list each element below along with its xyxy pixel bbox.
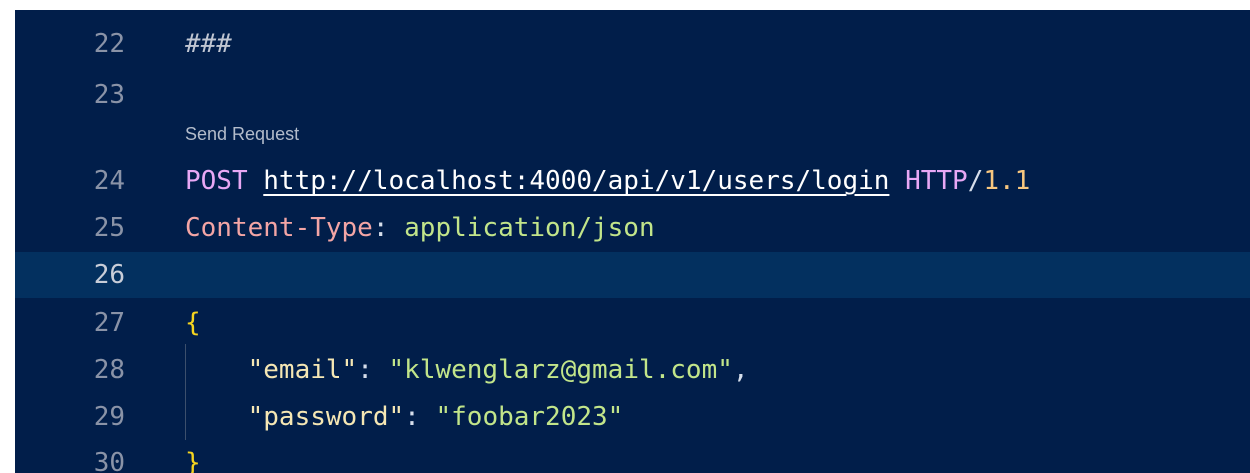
http-version: 1.1 xyxy=(983,166,1031,196)
header-name: Content-Type xyxy=(185,213,373,243)
line-number: 26 xyxy=(93,260,125,290)
header-value: application/json xyxy=(404,213,655,243)
line-content: "email": "klwenglarz@gmail.com", xyxy=(185,347,749,393)
line-content: "password": "foobar2023" xyxy=(185,394,624,440)
line-number: 29 xyxy=(93,402,125,432)
line-number: 25 xyxy=(93,213,125,243)
json-colon: : xyxy=(404,402,420,432)
line-content: Content-Type: application/json xyxy=(185,205,655,251)
http-method: POST xyxy=(185,166,248,196)
code-line-28[interactable]: 28 "email": "klwenglarz@gmail.com", xyxy=(15,347,1250,393)
code-line-27[interactable]: 27 { xyxy=(15,300,1250,346)
open-brace: { xyxy=(185,308,201,338)
line-number: 27 xyxy=(93,308,125,338)
code-line-22[interactable]: 22 ### xyxy=(15,21,1250,67)
line-content: { xyxy=(185,300,201,346)
protocol-slash: / xyxy=(967,166,984,196)
editor-text-area[interactable]: 22 ### 23 Send Request 24 POST http://lo… xyxy=(15,10,1250,473)
json-key: "email" xyxy=(247,355,358,385)
header-colon: : xyxy=(372,213,389,243)
code-line-30[interactable]: 30 } xyxy=(15,440,1250,473)
comment-separator: ### xyxy=(185,29,232,59)
http-protocol: HTTP xyxy=(905,166,968,196)
json-string-value: "foobar2023" xyxy=(435,402,624,432)
code-line-26-current[interactable]: 26 xyxy=(15,252,1250,298)
code-editor: 22 ### 23 Send Request 24 POST http://lo… xyxy=(0,0,1250,473)
line-number: 30 xyxy=(93,448,125,473)
code-line-29[interactable]: 29 "password": "foobar2023" xyxy=(15,394,1250,440)
code-line-24[interactable]: 24 POST http://localhost:4000/api/v1/use… xyxy=(15,158,1250,204)
line-number: 23 xyxy=(93,80,125,110)
code-line-23[interactable]: 23 xyxy=(15,72,1250,118)
line-content: POST http://localhost:4000/api/v1/users/… xyxy=(185,158,1030,204)
send-request-codelens[interactable]: Send Request xyxy=(185,121,299,147)
json-colon: : xyxy=(357,355,373,385)
close-brace: } xyxy=(185,448,201,473)
json-comma: , xyxy=(732,355,749,385)
json-string-value: "klwenglarz@gmail.com" xyxy=(388,355,733,385)
line-number: 28 xyxy=(93,355,125,385)
line-number: 22 xyxy=(93,29,125,59)
request-url-link[interactable]: http://localhost:4000/api/v1/users/login xyxy=(263,166,889,196)
code-line-25[interactable]: 25 Content-Type: application/json xyxy=(15,205,1250,251)
line-content: ### xyxy=(185,21,232,67)
json-key: "password" xyxy=(247,402,405,432)
line-content: } xyxy=(185,440,201,473)
line-number: 24 xyxy=(93,166,125,196)
